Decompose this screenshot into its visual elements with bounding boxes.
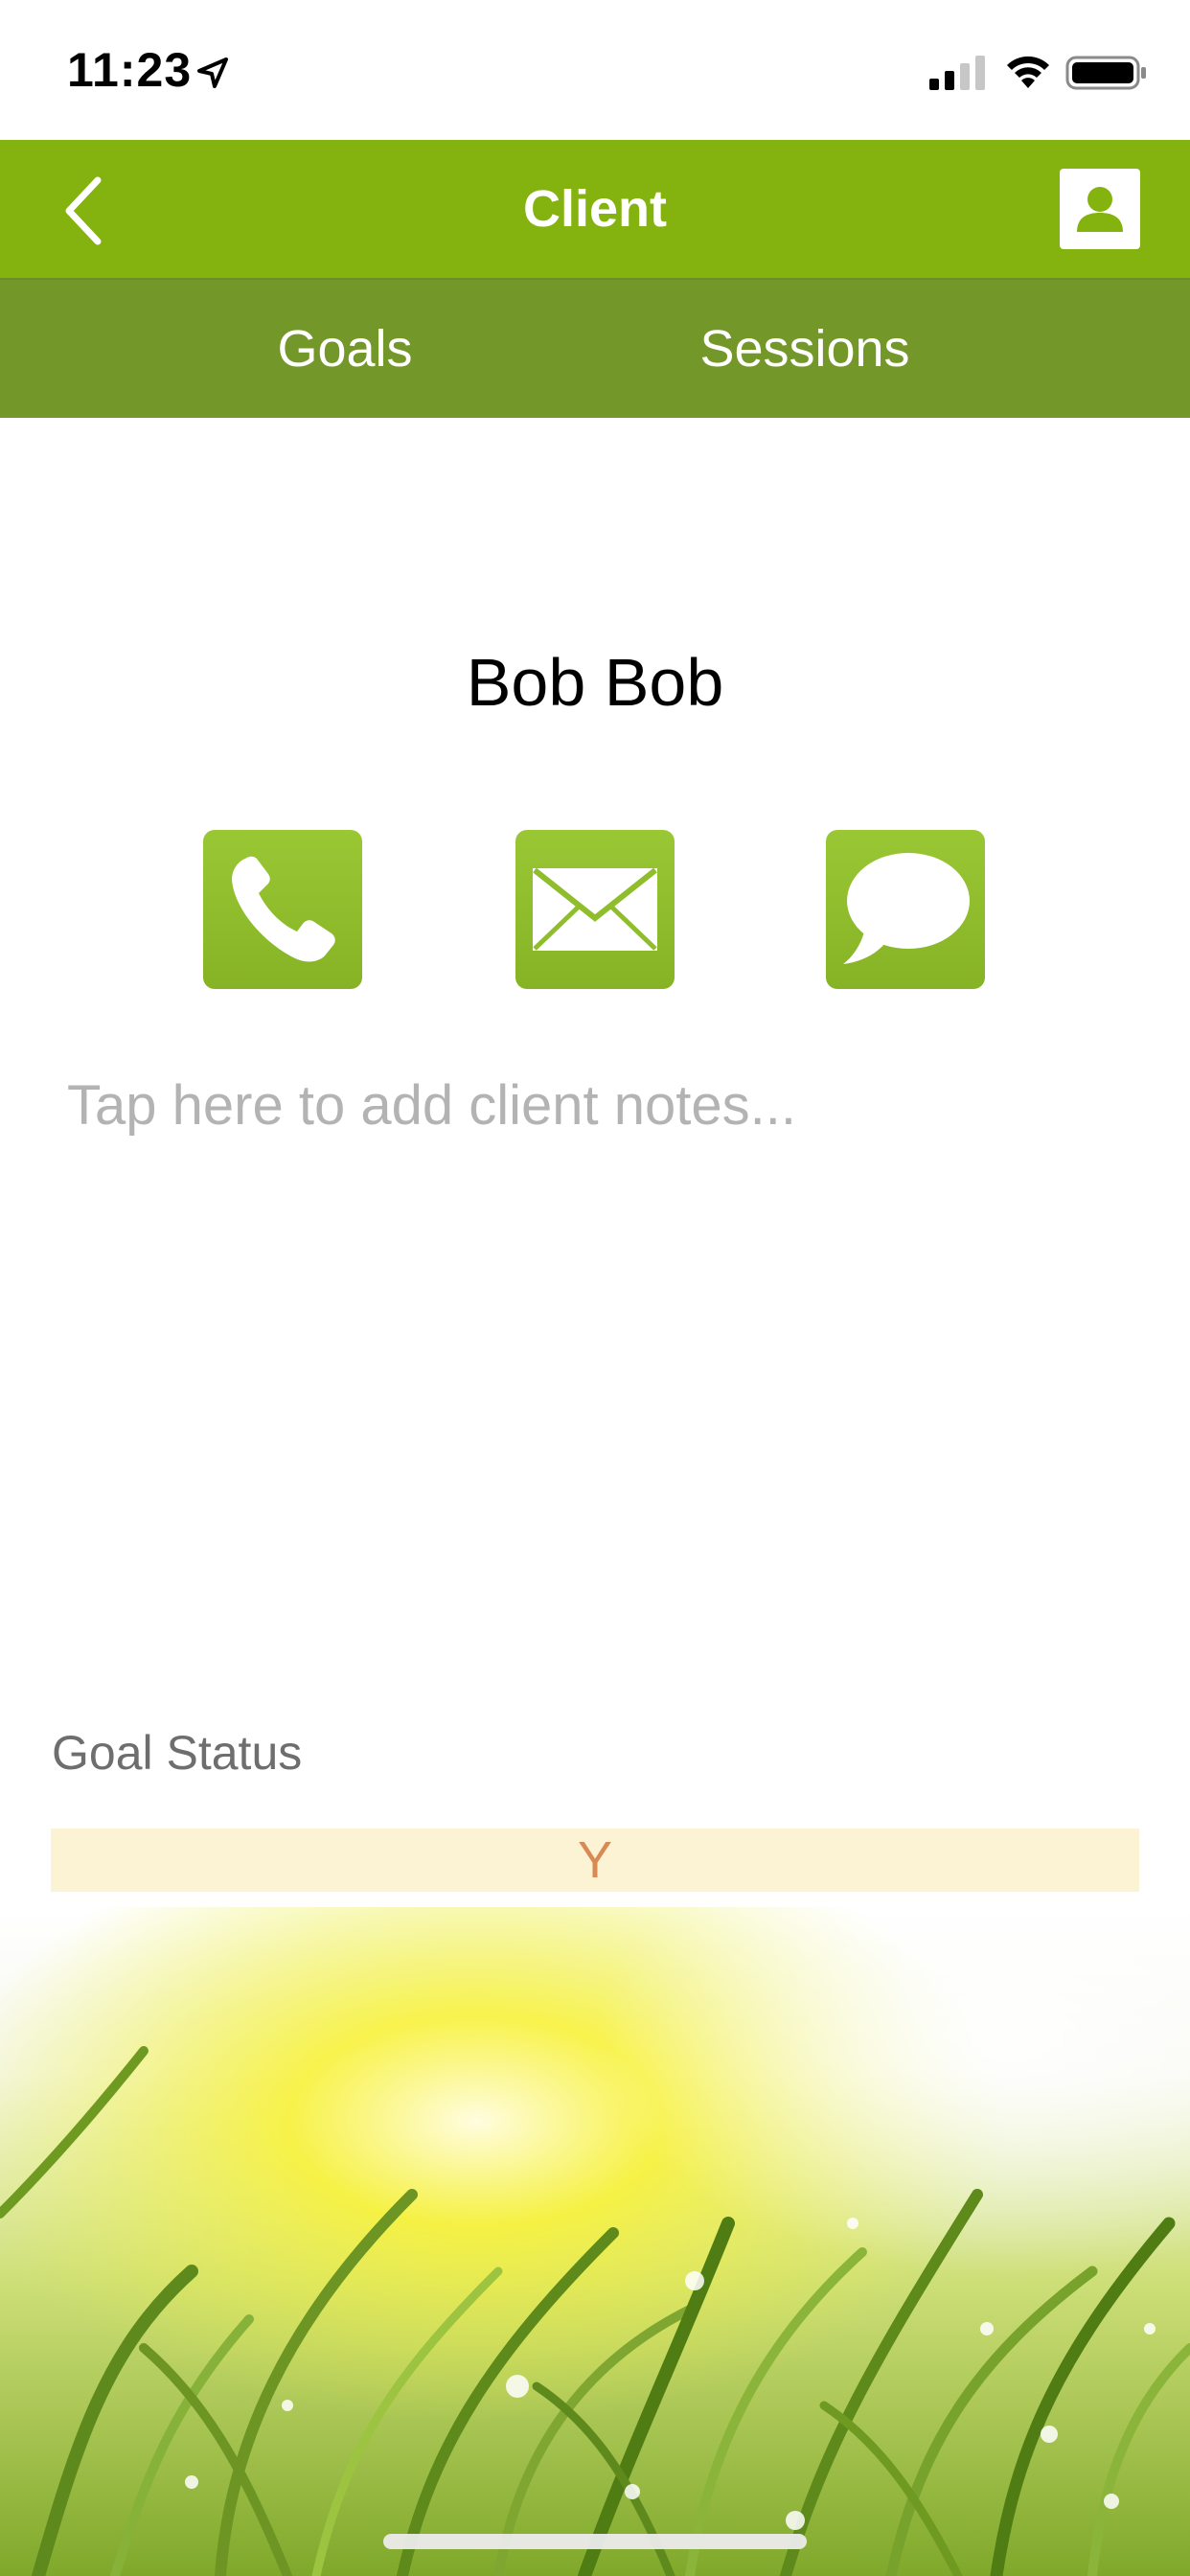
envelope-icon [533, 867, 657, 951]
chevron-left-icon [65, 176, 102, 245]
profile-button[interactable] [1060, 169, 1140, 249]
battery-icon [1065, 56, 1146, 90]
person-icon [1077, 187, 1123, 232]
speech-bubble-icon [843, 853, 970, 964]
message-button[interactable] [826, 830, 985, 989]
cellular-signal-icon [929, 56, 985, 90]
goal-status-value: Y [577, 1831, 613, 1889]
tab-sessions[interactable]: Sessions [671, 280, 939, 418]
status-bar: 11:23 [0, 0, 1190, 140]
phone-icon [232, 856, 335, 962]
home-indicator[interactable] [383, 2534, 807, 2549]
tab-goals[interactable]: Goals [230, 280, 460, 418]
client-screen: 11:23 Client Goals Sessions Bob Bob Tap … [0, 0, 1190, 2576]
status-time: 11:23 [67, 43, 193, 97]
wifi-icon [1007, 56, 1049, 88]
tab-bar: Goals Sessions [0, 278, 1190, 418]
location-arrow-icon [197, 58, 228, 88]
goal-status-label: Goal Status [52, 1726, 303, 1780]
page-title: Client [522, 180, 667, 238]
navigation-bar: Client [0, 140, 1190, 278]
call-button[interactable] [203, 830, 362, 989]
client-notes-input[interactable] [67, 1073, 1121, 1648]
goal-status-bar[interactable]: Y [51, 1828, 1139, 1892]
email-button[interactable] [515, 830, 675, 989]
client-name: Bob Bob [466, 645, 724, 720]
grass-background-image [0, 1907, 1190, 2576]
back-button[interactable] [57, 172, 115, 249]
